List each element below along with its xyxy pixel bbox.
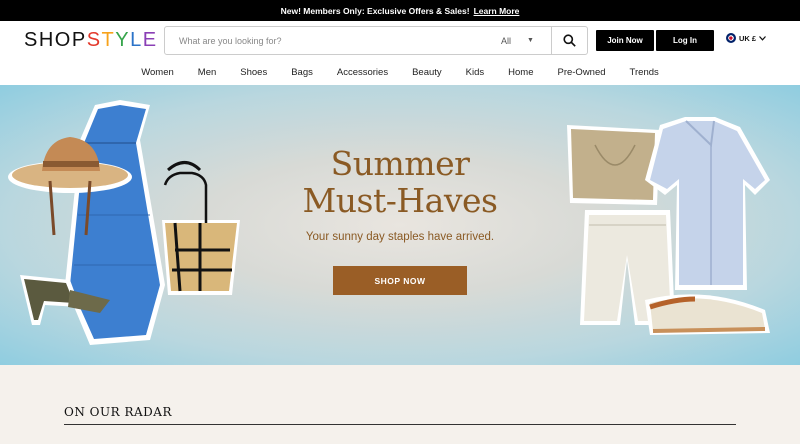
search-bar: All ▼ bbox=[164, 26, 588, 55]
hero-title: Summer Must-Haves bbox=[250, 145, 550, 219]
search-category-select[interactable]: All ▼ bbox=[501, 36, 551, 46]
log-in-button[interactable]: Log In bbox=[656, 30, 714, 51]
nav-item-shoes[interactable]: Shoes bbox=[228, 67, 279, 78]
logo-letter: L bbox=[130, 28, 143, 51]
nav-item-pre-owned[interactable]: Pre-Owned bbox=[545, 67, 617, 78]
shop-now-button[interactable]: SHOP NOW bbox=[333, 266, 467, 295]
hero-title-line2: Must-Haves bbox=[302, 181, 498, 220]
logo-shop: SHOP bbox=[24, 28, 87, 51]
locale-label: UK £ bbox=[739, 33, 757, 43]
nav-item-beauty[interactable]: Beauty bbox=[400, 67, 454, 78]
search-button[interactable] bbox=[551, 27, 587, 54]
search-input[interactable] bbox=[165, 35, 501, 46]
logo-letter: T bbox=[101, 28, 116, 51]
category-nav: Women Men Shoes Bags Accessories Beauty … bbox=[0, 59, 800, 85]
mens-summer-collage-image bbox=[567, 117, 770, 335]
uk-flag-icon bbox=[726, 33, 736, 43]
chevron-down-icon bbox=[759, 35, 767, 41]
on-our-radar-section: ON OUR RADAR bbox=[0, 365, 800, 444]
womens-summer-collage-image bbox=[8, 100, 240, 345]
hero-banner[interactable]: Summer Must-Haves Your sunny day staples… bbox=[0, 85, 800, 365]
promo-text: New! Members Only: Exclusive Offers & Sa… bbox=[280, 5, 470, 16]
learn-more-link[interactable]: Learn More bbox=[474, 6, 520, 16]
section-divider bbox=[64, 424, 736, 425]
chevron-down-icon: ▼ bbox=[527, 37, 534, 44]
nav-item-trends[interactable]: Trends bbox=[618, 67, 671, 78]
nav-item-home[interactable]: Home bbox=[496, 67, 545, 78]
promo-bar: New! Members Only: Exclusive Offers & Sa… bbox=[0, 0, 800, 21]
locale-selector[interactable]: UK £ bbox=[726, 33, 767, 43]
nav-item-men[interactable]: Men bbox=[186, 67, 228, 78]
nav-item-accessories[interactable]: Accessories bbox=[325, 67, 400, 78]
join-now-button[interactable]: Join Now bbox=[596, 30, 654, 51]
hero-copy: Summer Must-Haves Your sunny day staples… bbox=[250, 145, 550, 243]
logo-letter: E bbox=[142, 28, 158, 51]
hero-subtitle: Your sunny day staples have arrived. bbox=[305, 231, 495, 243]
nav-item-women[interactable]: Women bbox=[129, 67, 186, 78]
hero-title-line1: Summer bbox=[330, 144, 470, 183]
shopstyle-logo[interactable]: SHOP S T Y L E bbox=[24, 29, 164, 52]
site-header: SHOPSTYLE All ▼ Join Now Log In UK £ bbox=[0, 21, 800, 59]
nav-item-kids[interactable]: Kids bbox=[454, 67, 496, 78]
search-category-value: All bbox=[501, 35, 512, 46]
search-icon bbox=[563, 34, 576, 47]
section-title: ON OUR RADAR bbox=[64, 405, 172, 419]
nav-item-bags[interactable]: Bags bbox=[279, 67, 325, 78]
logo-letter: Y bbox=[115, 28, 131, 51]
logo-letter: S bbox=[86, 28, 102, 51]
